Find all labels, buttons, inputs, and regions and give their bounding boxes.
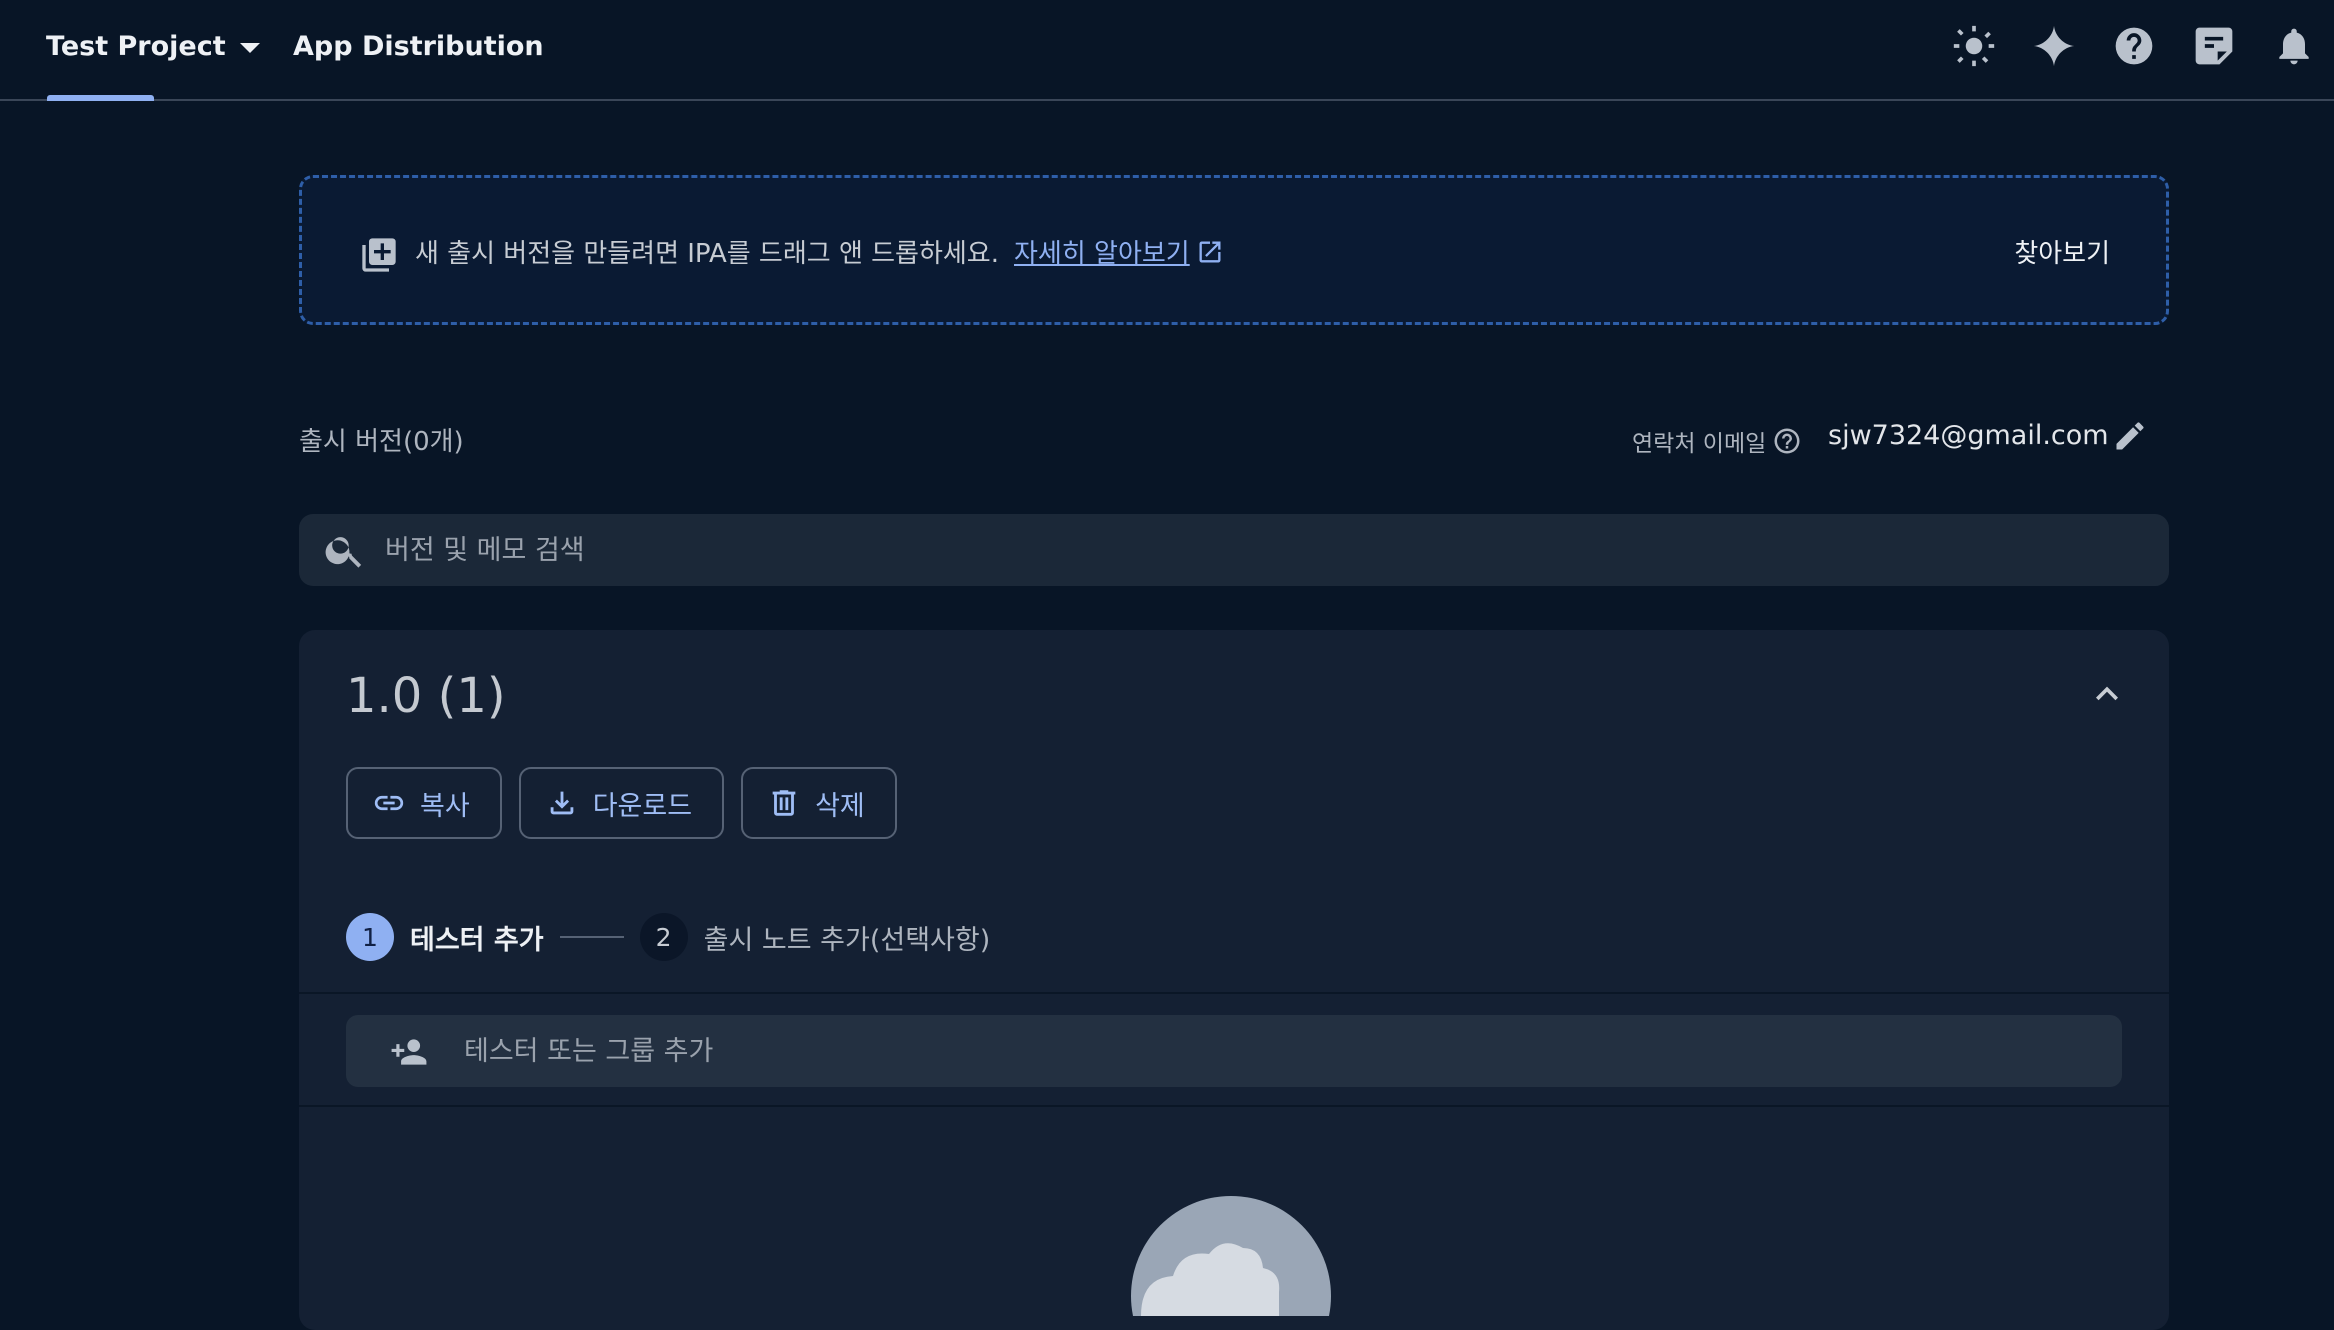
download-icon <box>550 791 574 815</box>
section-title[interactable]: App Distribution <box>293 22 544 70</box>
top-app-bar: Test Project App Distribution <box>0 0 2334 101</box>
contact-label-text: 연락처 이메일 <box>1632 431 1767 457</box>
contact-email-label: 연락처 이메일 <box>1632 424 1802 458</box>
notifications-icon[interactable] <box>2254 16 2334 76</box>
theme-toggle-icon[interactable] <box>1934 16 2014 76</box>
release-version-title: 1.0 (1) <box>346 668 506 724</box>
download-label: 다운로드 <box>592 790 693 822</box>
learn-more-link[interactable]: 자세히 알아보기 <box>1014 233 1224 270</box>
header-actions <box>1934 16 2334 76</box>
edit-icon[interactable] <box>2112 418 2148 454</box>
ipa-dropzone[interactable]: 새 출시 버전을 만들려면 IPA를 드래그 앤 드롭하세요. 자세히 알아보기… <box>299 175 2169 325</box>
learn-more-label: 자세히 알아보기 <box>1014 239 1190 269</box>
active-tab-indicator <box>47 95 154 101</box>
release-count-label: 출시 버전(0개) <box>299 427 464 457</box>
copy-link-button[interactable]: 복사 <box>346 767 502 839</box>
dropzone-message: 새 출시 버전을 만들려면 IPA를 드래그 앤 드롭하세요. <box>415 239 999 269</box>
add-tester-input[interactable] <box>464 1015 2064 1087</box>
empty-state-illustration <box>1111 1196 1351 1316</box>
search-icon <box>325 537 362 568</box>
help-icon[interactable] <box>2094 16 2174 76</box>
chevron-down-icon <box>239 43 260 53</box>
step-2-label[interactable]: 출시 노트 추가(선택사항) <box>704 918 991 957</box>
browse-button[interactable]: 찾아보기 <box>2014 233 2110 270</box>
chevron-up-icon[interactable] <box>2085 672 2129 716</box>
open-in-new-icon <box>1199 241 1221 262</box>
feedback-icon[interactable] <box>2174 16 2254 76</box>
trash-icon <box>772 790 796 816</box>
release-actions: 복사 다운로드 삭제 <box>346 767 897 839</box>
delete-button[interactable]: 삭제 <box>741 767 897 839</box>
divider <box>299 992 2169 994</box>
release-card: 1.0 (1) 복사 다운로드 삭제 1 테스터 추가 2 출시 노트 추가(선… <box>299 630 2169 1330</box>
help-outline-icon[interactable] <box>1772 426 1802 456</box>
gemini-sparkle-icon[interactable] <box>2014 16 2094 76</box>
download-button[interactable]: 다운로드 <box>518 767 725 839</box>
copy-label: 복사 <box>420 790 470 822</box>
delete-label: 삭제 <box>815 790 865 822</box>
divider <box>299 1105 2169 1107</box>
step-connector <box>559 936 624 938</box>
project-selector[interactable]: Test Project <box>46 22 260 70</box>
step-2-badge[interactable]: 2 <box>639 913 688 961</box>
project-name: Test Project <box>46 30 226 62</box>
contact-email-value: sjw7324@gmail.com <box>1828 420 2109 451</box>
distribution-stepper: 1 테스터 추가 2 출시 노트 추가(선택사항) <box>346 910 990 964</box>
link-icon <box>374 795 404 811</box>
step-1-badge[interactable]: 1 <box>346 913 394 961</box>
add-library-icon <box>359 235 399 275</box>
search-bar <box>299 514 2169 586</box>
person-add-icon <box>391 1039 427 1065</box>
add-tester-field <box>346 1015 2122 1087</box>
step-1-label[interactable]: 테스터 추가 <box>410 918 544 957</box>
search-input[interactable] <box>385 514 2135 586</box>
